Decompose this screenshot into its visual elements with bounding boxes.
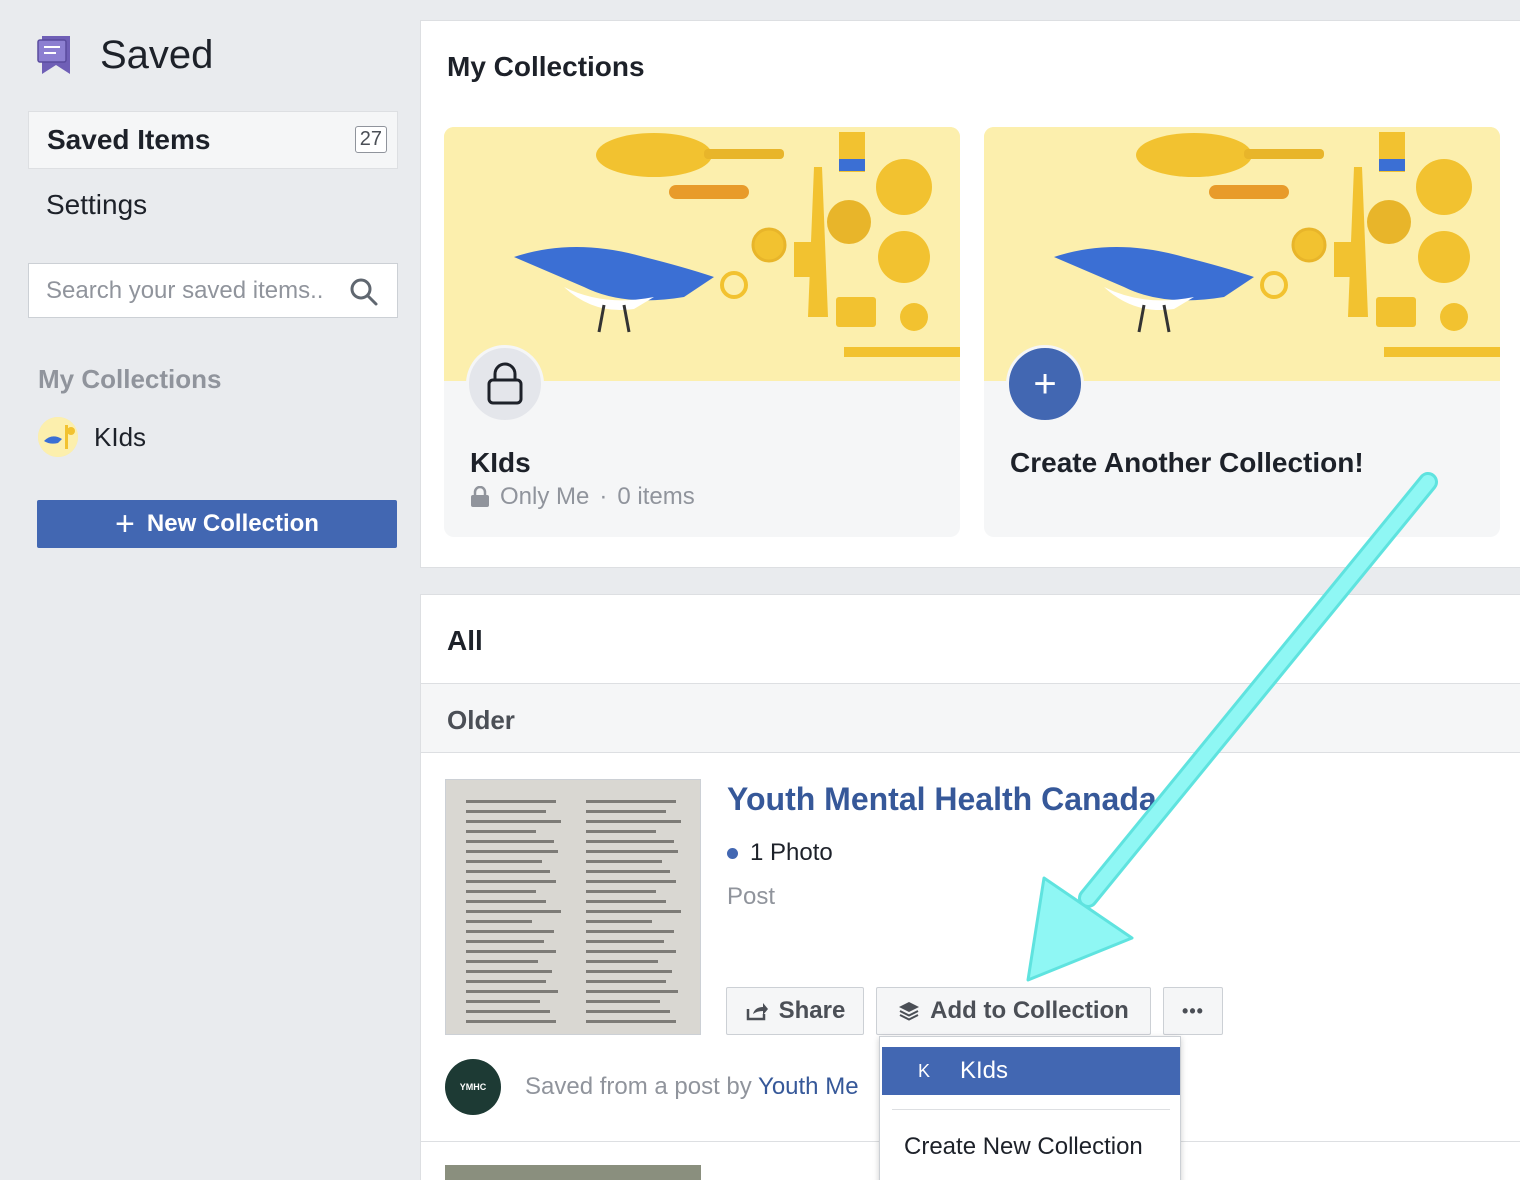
search-input[interactable] [46,276,346,305]
create-collection-tile[interactable]: + Create Another Collection! [984,127,1500,537]
collection-tile-kids[interactable]: KIds Only Me · 0 items [444,127,960,537]
lock-icon [487,362,523,405]
add-collection-plus-button[interactable]: + [1006,345,1084,423]
nav-settings[interactable]: Settings [28,176,398,234]
sidebar-item-kids[interactable]: KIds [38,417,146,457]
all-section-title: All [447,625,483,656]
collection-banner-illustration [444,127,960,381]
plus-icon: + [115,505,135,543]
saved-from-prefix: Saved from a post by [525,1073,752,1100]
add-to-collection-button[interactable]: Add to Collection [876,987,1151,1035]
add-to-collection-dropdown: K KIds Create New Collection [879,1036,1181,1180]
app-title-text: Saved [100,32,214,77]
new-collection-label: New Collection [146,510,319,537]
post-photo-count: 1 Photo [727,839,833,867]
layers-icon [899,1002,920,1021]
nav-settings-label: Settings [46,189,148,220]
nav-saved-items[interactable]: Saved Items 27 [28,111,398,169]
post-title-link[interactable]: Youth Mental Health Canada [727,781,1157,818]
older-label: Older [447,705,515,735]
meta-separator: · [599,483,608,510]
saved-bookmark-icon [37,36,70,74]
post-type-label: Post [727,883,776,910]
collection-initial: K [918,1060,931,1081]
post-thumbnail[interactable] [445,779,701,1035]
next-post-thumbnail[interactable] [445,1165,701,1180]
search-box [28,263,398,318]
collection-thumbnail [38,417,78,457]
dropdown-item-kids[interactable]: K KIds [882,1047,1180,1095]
private-lock-badge [466,345,544,423]
dropdown-divider [892,1109,1170,1110]
search-icon[interactable] [349,277,379,307]
collection-meta: Only Me · 0 items [470,483,695,511]
sidebar: Saved Saved Items 27 Settings My Collect… [0,0,420,1180]
create-banner-illustration [984,127,1500,381]
my-collections-card: My Collections KIds Only Me · 0 items + … [420,20,1520,568]
app-title: Saved [36,32,213,78]
bullet-dot-icon [727,847,738,859]
collection-name: KIds [470,447,531,478]
photo-count-text: 1 Photo [750,839,833,866]
collection-item-count: 0 items [617,483,695,510]
sidebar-item-kids-label: KIds [94,421,147,452]
more-options-button[interactable]: ••• [1163,987,1223,1035]
saved-from-text: Saved from a post by Youth Me [525,1073,859,1101]
dropdown-item-kids-label: KIds [960,1057,1009,1084]
privacy-lock-icon [471,486,489,507]
collection-privacy: Only Me [500,483,590,510]
more-dots-icon: ••• [1182,1000,1204,1021]
older-group-header: Older [421,683,1520,753]
share-icon [746,1003,768,1021]
create-collection-label: Create Another Collection! [1010,447,1364,478]
saved-from-row: YMHC Saved from a post by Youth Me [445,1059,859,1115]
sidebar-collections-heading: My Collections [38,364,222,394]
dropdown-create-new-collection[interactable]: Create New Collection [904,1133,1143,1161]
collections-section-title: My Collections [447,51,645,82]
share-button[interactable]: Share [726,987,864,1035]
saved-count-badge: 27 [354,126,387,153]
plus-icon: + [1033,361,1057,406]
add-to-collection-label: Add to Collection [930,997,1129,1024]
nav-saved-items-label: Saved Items [47,124,211,155]
share-label: Share [778,997,846,1024]
author-avatar[interactable]: YMHC [445,1059,501,1115]
new-collection-button[interactable]: + New Collection [37,500,397,548]
saved-from-author-link[interactable]: Youth Me [758,1073,859,1100]
